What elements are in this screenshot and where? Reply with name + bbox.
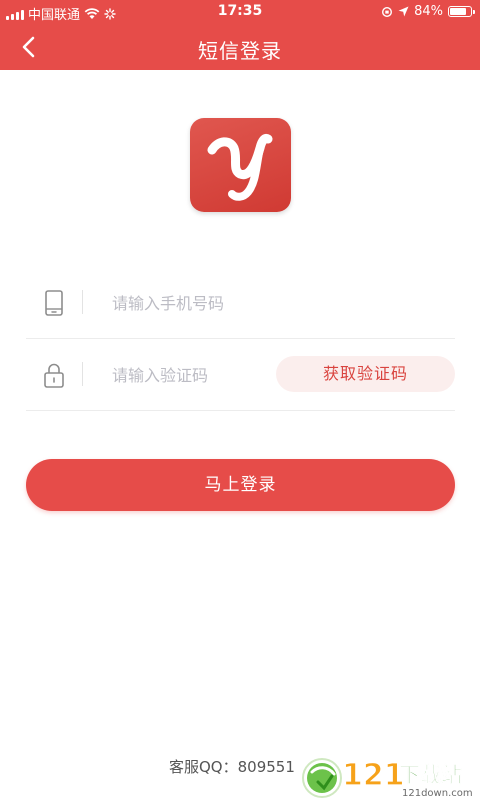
logo-y-glyph [207, 133, 273, 201]
battery-percent: 84% [414, 4, 443, 19]
login-button[interactable]: 马上登录 [26, 459, 455, 511]
watermark-logo: 121 下载站 121down.com [302, 757, 473, 799]
app-logo [190, 118, 291, 212]
status-bar: 中国联通 17:35 84% [0, 0, 480, 24]
phone-input[interactable] [110, 288, 334, 318]
lock-icon [44, 363, 64, 388]
phone-row [26, 268, 455, 339]
watermark-brand: 下载站 [399, 763, 462, 787]
battery-icon [448, 6, 475, 17]
watermark-site: 121down.com [402, 788, 473, 799]
site-watermark: 121 下载站 121down.com [298, 752, 480, 800]
code-separator [82, 362, 83, 386]
verification-code-input[interactable] [110, 360, 264, 390]
get-code-button[interactable]: 获取验证码 [276, 356, 455, 392]
watermark-number: 121 [342, 758, 405, 793]
phone-icon [45, 290, 63, 316]
code-row: 获取验证码 [26, 340, 455, 411]
orientation-lock-icon [382, 6, 393, 17]
customer-service-text: 客服QQ：809551 [169, 758, 295, 776]
status-right: 84% [381, 4, 475, 19]
page-title: 短信登录 [198, 39, 282, 63]
location-icon [398, 6, 409, 17]
nav-bar: 短信登录 [0, 24, 480, 70]
phone-separator [82, 290, 83, 314]
